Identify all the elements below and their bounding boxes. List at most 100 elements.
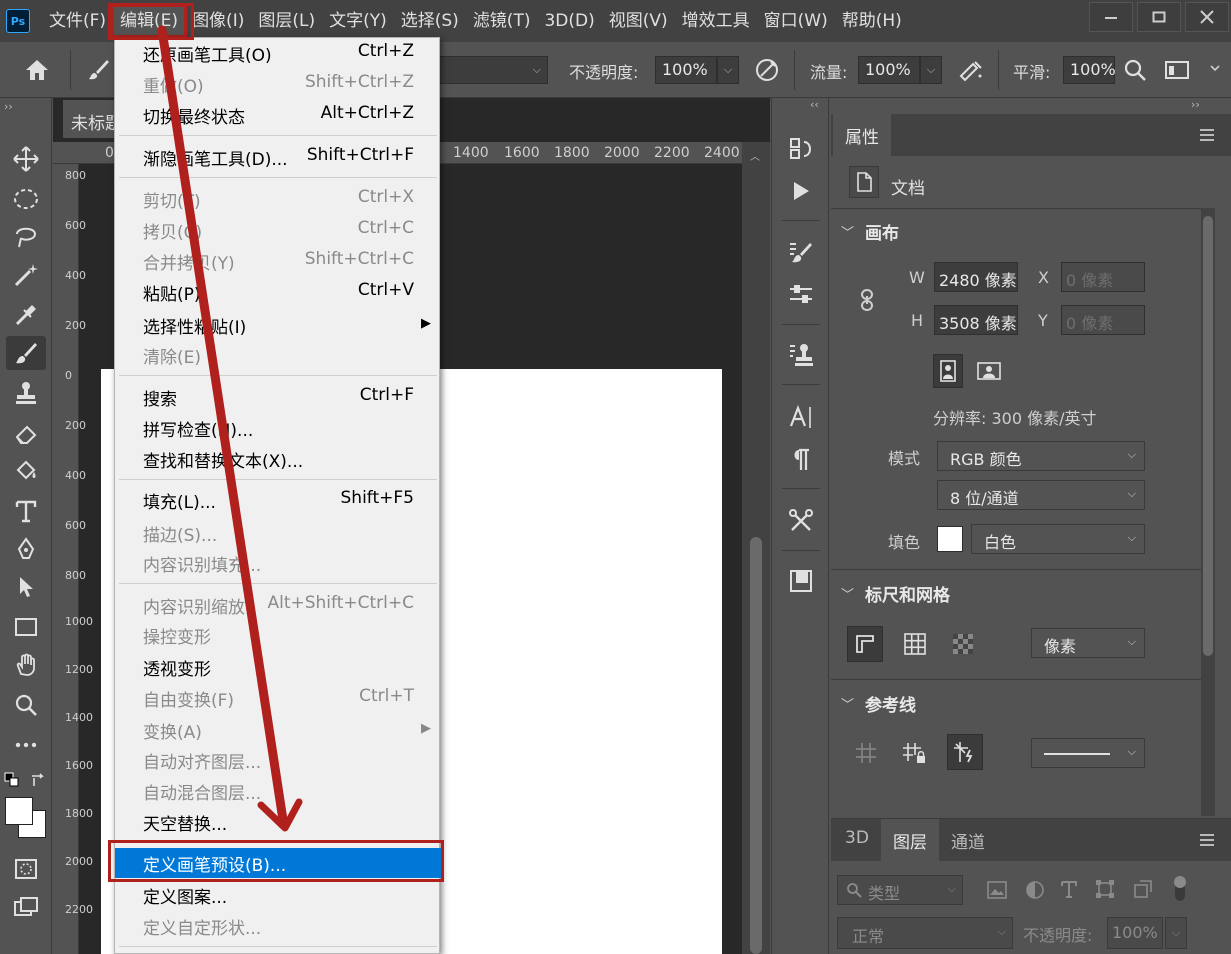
paint-bucket-icon[interactable]	[6, 454, 46, 488]
filter-shape-icon[interactable]	[1095, 879, 1115, 903]
landscape-orientation-icon[interactable]	[973, 356, 1005, 386]
collapse-panel-icon[interactable]: ››	[1191, 98, 1200, 111]
tab-channels[interactable]: 通道	[951, 828, 985, 853]
menu-layer[interactable]: 图层(L)	[251, 6, 322, 36]
scrollbar-thumb[interactable]	[750, 537, 762, 954]
lasso-tool-icon[interactable]	[6, 220, 46, 254]
brush-preset-icon[interactable]	[84, 54, 114, 86]
menu-3d[interactable]: 3D(D)	[537, 6, 601, 36]
menu-item-auto-blend[interactable]: 自动混合图层...	[115, 776, 441, 806]
move-tool-icon[interactable]	[6, 142, 46, 176]
tab-properties[interactable]: 属性	[845, 123, 879, 148]
history-icon[interactable]	[786, 134, 816, 164]
menu-item-paste-special[interactable]: 选择性粘贴(I) ▶	[115, 310, 441, 340]
swap-colors-icon[interactable]	[30, 772, 46, 792]
layer-opacity-input[interactable]: 100%	[1107, 917, 1163, 949]
menu-plugins[interactable]: 增效工具	[675, 6, 757, 36]
menu-item-redo[interactable]: 重做(O) Shift+Ctrl+Z	[115, 69, 441, 99]
chevron-down-icon[interactable]: ﹀	[841, 584, 854, 603]
type-tool-icon[interactable]	[6, 494, 46, 528]
menu-item-free-transform[interactable]: 自由变换(F) Ctrl+T	[115, 683, 441, 713]
panel-menu-icon[interactable]	[1199, 128, 1215, 146]
smart-guides-icon[interactable]	[947, 734, 983, 770]
pixel-grid-icon[interactable]	[947, 628, 979, 660]
blend-mode-select[interactable]: 正常 ⌵	[837, 917, 1013, 949]
menu-item-fill[interactable]: 填充(L)... Shift+F5	[115, 485, 441, 515]
canvas-section-title[interactable]: 画布	[865, 219, 899, 244]
filter-adjustment-icon[interactable]	[1025, 880, 1045, 904]
path-selection-icon[interactable]	[6, 570, 46, 604]
menu-edit[interactable]: 编辑(E)	[111, 4, 188, 38]
menu-item-sky-replacement[interactable]: 天空替换...	[115, 807, 441, 837]
flow-dropdown[interactable]: ⌵	[920, 56, 942, 84]
brush-mode-select[interactable]: ⌵	[440, 56, 548, 84]
close-icon[interactable]	[1185, 2, 1229, 32]
eyedropper-tool-icon[interactable]	[6, 298, 46, 332]
character-icon[interactable]	[786, 402, 816, 432]
menu-select[interactable]: 选择(S)	[394, 6, 466, 36]
menu-item-define-custom-shape[interactable]: 定义自定形状...	[115, 911, 441, 941]
scrollbar-thumb[interactable]	[1203, 216, 1213, 656]
ruler-unit-select[interactable]: 像素 ⌵	[1031, 628, 1145, 658]
more-options-icon[interactable]	[1204, 54, 1226, 86]
foreground-color-swatch[interactable]	[5, 797, 33, 825]
menu-item-transform[interactable]: 变换(A) ▶	[115, 715, 441, 745]
actions-play-icon[interactable]	[786, 176, 816, 206]
tab-3d[interactable]: 3D	[845, 828, 869, 848]
workspace-icon[interactable]	[1162, 54, 1192, 86]
menu-image[interactable]: 图像(I)	[185, 6, 251, 36]
filter-pixel-icon[interactable]	[987, 881, 1007, 903]
rectangle-tool-icon[interactable]	[6, 610, 46, 644]
paragraph-icon[interactable]	[786, 444, 816, 474]
menu-item-content-aware-scale[interactable]: 内容识别缩放 Alt+Shift+Ctrl+C	[115, 590, 441, 620]
panel-menu-icon[interactable]	[1199, 833, 1215, 851]
menu-item-toggle-last-state[interactable]: 切换最终状态 Alt+Ctrl+Z	[115, 100, 441, 130]
lock-guides-icon[interactable]	[899, 738, 929, 768]
tool-presets-icon[interactable]	[786, 506, 816, 536]
filter-smart-object-icon[interactable]	[1133, 879, 1153, 903]
height-input[interactable]: 3508 像素	[934, 305, 1018, 335]
quick-mask-icon[interactable]	[6, 852, 46, 886]
minimize-icon[interactable]	[1089, 2, 1133, 32]
brush-tool-icon[interactable]	[6, 336, 46, 370]
menu-item-perspective-warp[interactable]: 透视变形	[115, 652, 441, 682]
magic-wand-icon[interactable]	[6, 258, 46, 292]
filter-type-icon[interactable]	[1059, 879, 1079, 903]
y-input[interactable]: 0 像素	[1061, 305, 1145, 335]
menu-item-find-replace[interactable]: 查找和替换文本(X)...	[115, 444, 441, 474]
eraser-tool-icon[interactable]	[6, 416, 46, 450]
bit-depth-select[interactable]: 8 位/通道 ⌵	[937, 480, 1145, 510]
libraries-icon[interactable]	[786, 566, 816, 596]
color-mode-select[interactable]: RGB 颜色 ⌵	[937, 441, 1145, 471]
menu-item-copy[interactable]: 拷贝(C) Ctrl+C	[115, 215, 441, 245]
stamp-tool-icon[interactable]	[6, 376, 46, 410]
guide-style-select[interactable]: ⌵	[1031, 738, 1145, 768]
collapse-icon[interactable]: ››	[4, 100, 13, 113]
marquee-tool-icon[interactable]	[6, 182, 46, 216]
menu-filter[interactable]: 滤镜(T)	[466, 6, 538, 36]
menu-item-define-pattern[interactable]: 定义图案...	[115, 880, 441, 910]
clone-source-icon[interactable]	[786, 340, 816, 370]
rulers-grid-section-title[interactable]: 标尺和网格	[865, 581, 950, 606]
screen-mode-icon[interactable]	[6, 890, 46, 924]
brush-settings-icon[interactable]	[786, 238, 816, 268]
adjustments-icon[interactable]	[786, 280, 816, 310]
default-colors-icon[interactable]	[4, 772, 20, 792]
home-icon[interactable]	[20, 54, 54, 86]
pen-tool-icon[interactable]	[6, 532, 46, 566]
menu-file[interactable]: 文件(F)	[42, 6, 113, 36]
menu-item-content-aware-fill[interactable]: 内容识别填充...	[115, 548, 441, 578]
opacity-input[interactable]: 100%	[655, 56, 717, 84]
opacity-dropdown[interactable]: ⌵	[717, 56, 739, 84]
menu-item-stroke[interactable]: 描边(S)...	[115, 518, 441, 548]
portrait-orientation-icon[interactable]	[933, 354, 963, 388]
layer-opacity-dropdown[interactable]: ⌵	[1165, 917, 1187, 949]
layer-filter-select[interactable]: 类型 ⌵	[837, 875, 963, 905]
more-tools-icon[interactable]	[6, 728, 46, 762]
zoom-tool-icon[interactable]	[6, 688, 46, 722]
menu-item-check-spelling[interactable]: 拼写检查(H)...	[115, 413, 441, 443]
properties-scrollbar[interactable]	[1201, 208, 1215, 816]
smoothing-input[interactable]: 100%	[1063, 56, 1116, 84]
fill-select[interactable]: 白色 ⌵	[971, 524, 1145, 554]
menu-view[interactable]: 视图(V)	[602, 6, 675, 36]
